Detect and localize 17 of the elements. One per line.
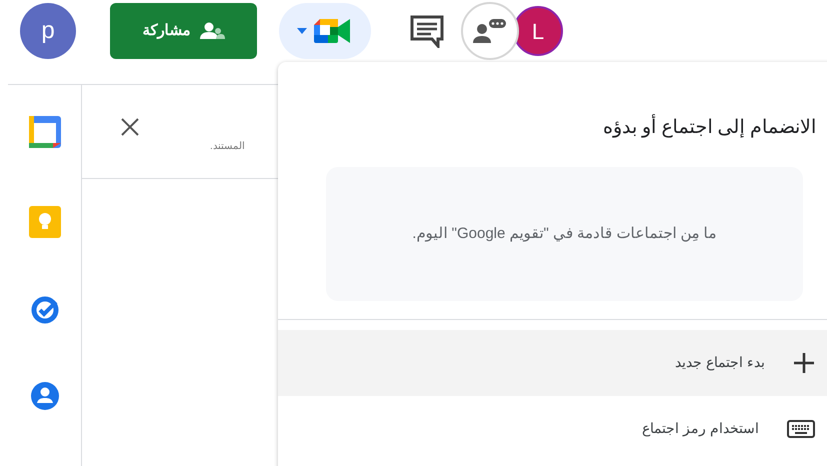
people-icon <box>198 22 224 40</box>
plus-icon <box>793 352 815 374</box>
account-avatar[interactable]: p <box>20 3 76 59</box>
no-meetings-message: ما مِن اجتماعات قادمة في "تقويم Google" اليوم. <box>411 224 718 244</box>
panel-text: المستند. <box>210 140 245 154</box>
contact-icon[interactable] <box>30 381 60 411</box>
keyboard-icon <box>787 420 815 438</box>
menu-title: الانضمام إلى اجتماع أو بدؤه <box>278 62 827 142</box>
menu-item[interactable]: بدء اجتماع جديد <box>278 330 827 396</box>
calendar-icon[interactable] <box>28 115 62 149</box>
check-circle-icon[interactable] <box>30 295 60 325</box>
menu-item[interactable]: استخدام رمز اجتماع <box>278 396 827 462</box>
share-button[interactable]: مشاركة <box>110 3 257 59</box>
close-icon[interactable] <box>120 117 140 137</box>
chat-icon[interactable] <box>409 14 445 48</box>
person-with-dots-icon <box>473 19 507 43</box>
caret-icon <box>296 27 308 35</box>
